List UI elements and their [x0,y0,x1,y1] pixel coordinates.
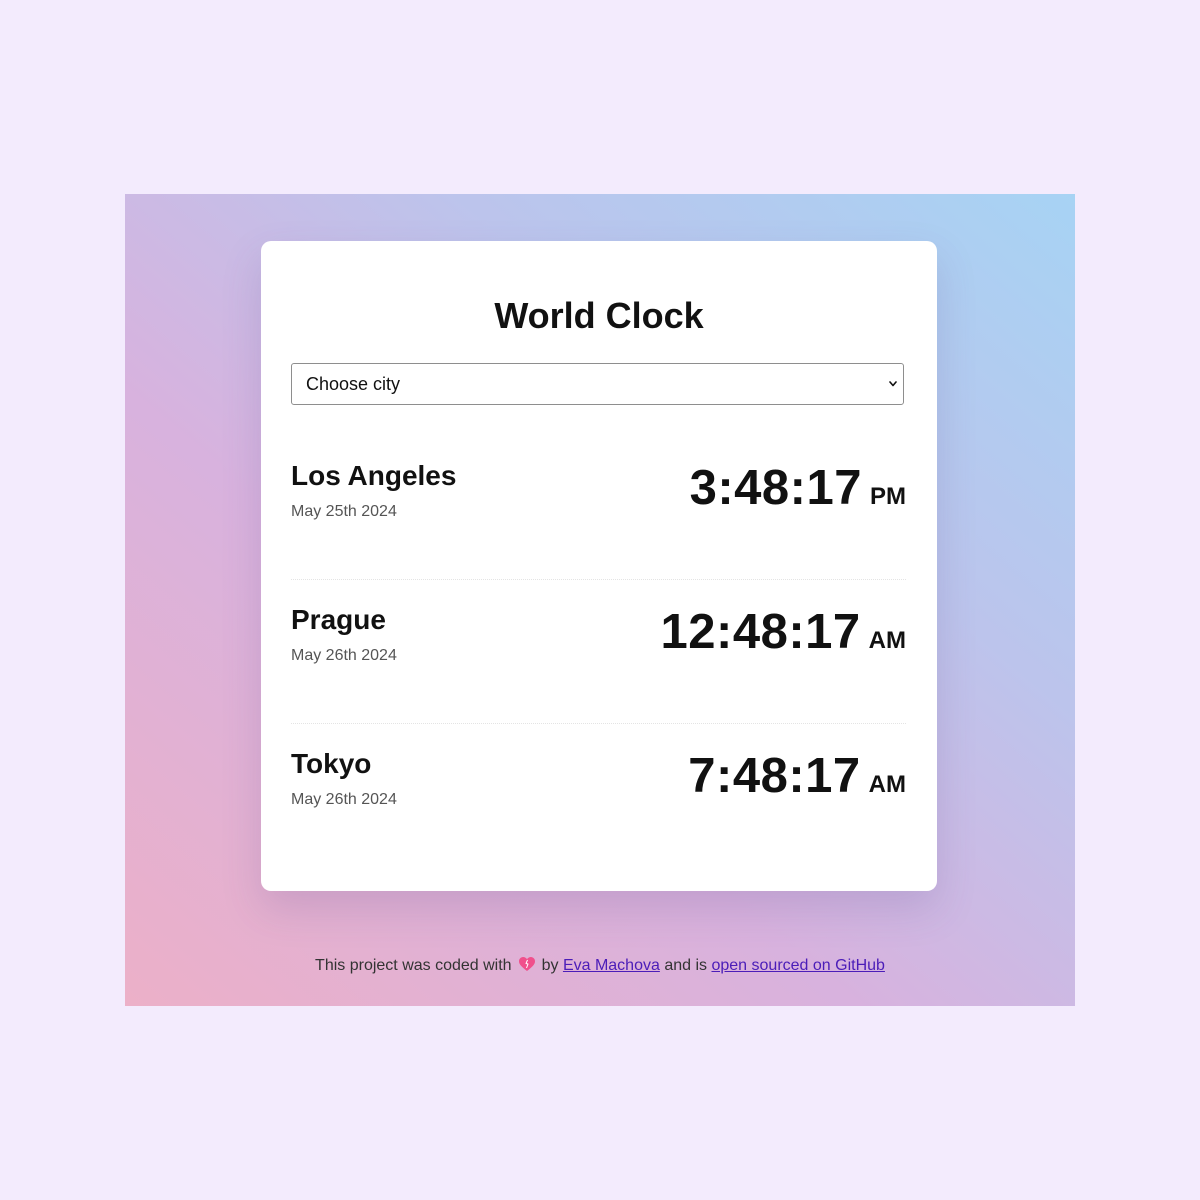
city-date: May 26th 2024 [291,647,397,664]
city-row-prague: Prague May 26th 2024 12:48:17 AM [291,580,906,724]
heart-icon [518,957,535,971]
time-ampm: PM [870,483,906,510]
world-clock-card: World Clock Choose city Los Angeles May … [261,241,937,891]
city-name: Prague [291,604,386,635]
city-time: 3:48:17 PM [690,460,906,516]
city-time: 12:48:17 AM [661,604,906,660]
city-date: May 26th 2024 [291,791,397,808]
city-row-los-angeles: Los Angeles May 25th 2024 3:48:17 PM [291,436,906,580]
app-background: World Clock Choose city Los Angeles May … [125,194,1075,1006]
city-time: 7:48:17 AM [688,748,906,804]
city-select[interactable]: Choose city [291,363,904,405]
footer-middle: and is [664,957,708,974]
city-select-value: Choose city [306,374,401,394]
time-digits: 7:48:17 [688,749,861,803]
city-date: May 25th 2024 [291,503,397,520]
time-digits: 12:48:17 [660,605,861,659]
city-row-tokyo: Tokyo May 26th 2024 7:48:17 AM [291,724,906,868]
time-ampm: AM [868,627,906,654]
author-link[interactable]: Eva Machova [563,957,660,974]
city-list: Los Angeles May 25th 2024 3:48:17 PM Prag… [291,436,906,868]
chevron-down-icon [889,381,897,387]
footer-prefix: This project was coded with [315,957,512,974]
city-name: Los Angeles [291,460,457,491]
github-link[interactable]: open sourced on GitHub [711,957,884,974]
footer: This project was coded with by Eva Macho… [125,956,1075,975]
time-ampm: AM [868,771,906,798]
footer-by: by [541,957,559,974]
time-digits: 3:48:17 [689,461,862,515]
city-name: Tokyo [291,748,372,779]
page-title: World Clock [494,295,704,336]
